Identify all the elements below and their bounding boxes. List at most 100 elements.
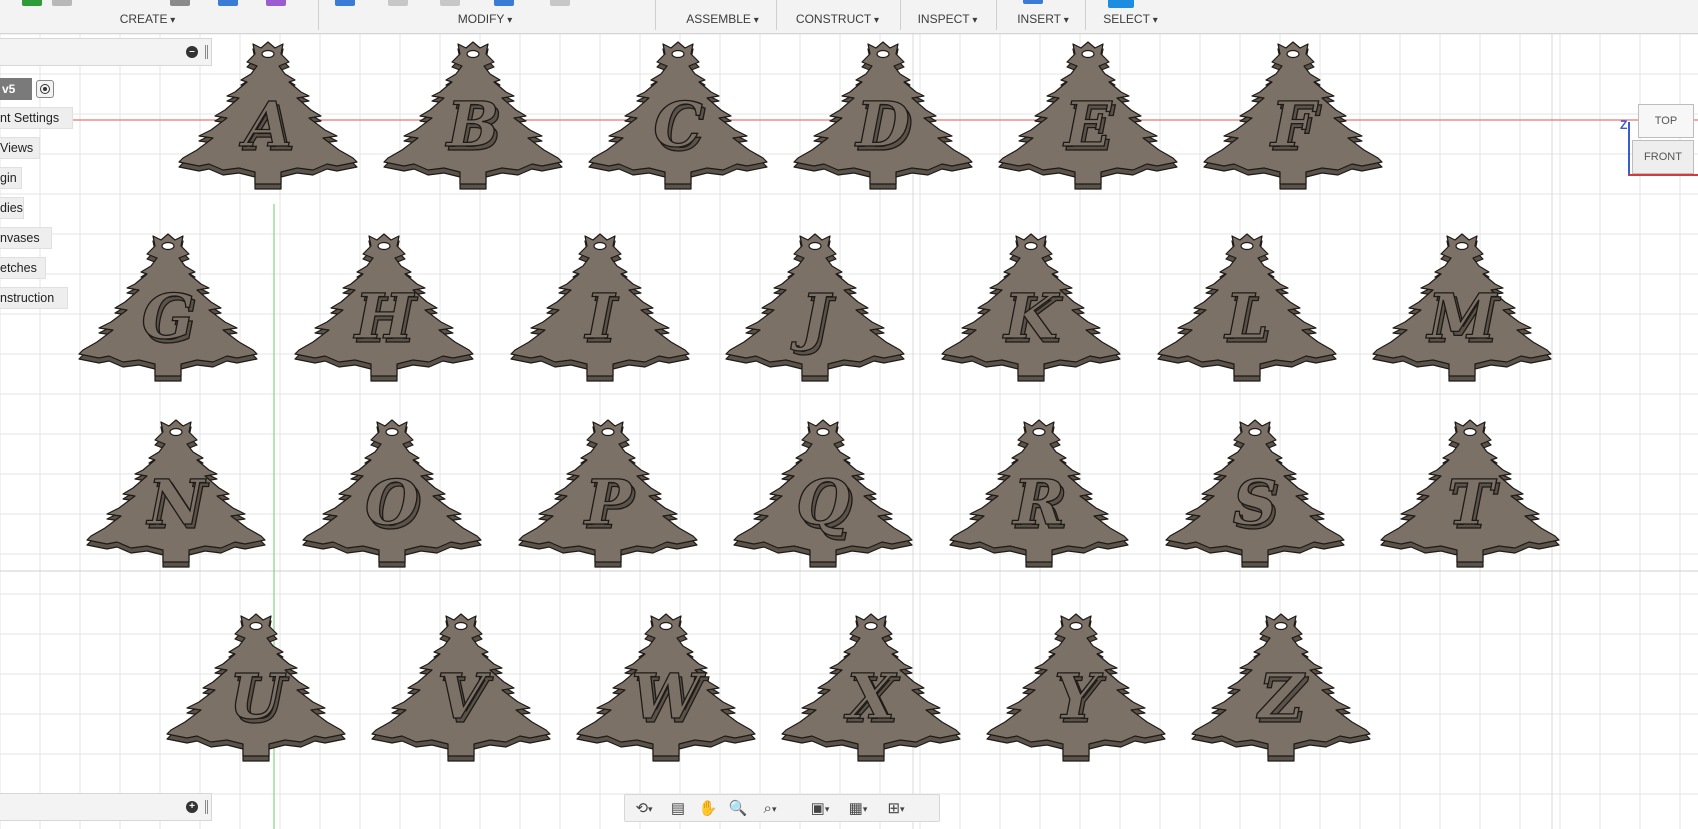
design-canvas[interactable]: AABBCCDDEEFFGGHHIIJJKKLLMMNNOOPPQQRRSSTT… xyxy=(0,34,1698,829)
browser-node-sketches[interactable]: etches xyxy=(0,257,46,279)
ornament-letter: K xyxy=(1002,280,1060,353)
app-window: AABBCCDDEEFFGGHHIIJJKKLLMMNNOOPPQQRRSSTT… xyxy=(0,0,1698,829)
fillet-icon[interactable] xyxy=(388,0,408,6)
ornament-hole xyxy=(249,621,263,631)
panel-grip-icon[interactable] xyxy=(205,45,208,59)
assemble-menu[interactable]: ASSEMBLE xyxy=(665,0,780,34)
ornament-hole xyxy=(1240,241,1254,251)
ornament-hole xyxy=(671,49,685,59)
select-menu[interactable]: SELECT xyxy=(1088,0,1173,34)
collapse-panel-icon[interactable]: – xyxy=(186,46,198,58)
pattern-icon[interactable] xyxy=(266,0,286,6)
ornament-body[interactable]: SS xyxy=(1165,419,1345,568)
ornament-hole xyxy=(466,49,480,59)
grid-settings-icon[interactable]: ▦▾ xyxy=(843,799,873,819)
view-cube[interactable]: Z TOP FRONT xyxy=(1618,104,1698,184)
ornament-letter: V xyxy=(437,660,491,733)
viewport-scene[interactable]: AA BB CC DD EE FFGG HH II JJ KK LL MMNN OO PP QQ RR SS TT… xyxy=(0,34,1698,829)
display-settings-icon[interactable]: ▣▾ xyxy=(805,799,835,819)
ornament-hole xyxy=(261,49,275,59)
ornament-letter: G xyxy=(142,280,195,353)
browser-node-origin[interactable]: gin xyxy=(0,167,22,189)
toolbar-divider xyxy=(996,0,997,30)
ornament-letter: X xyxy=(843,660,898,733)
ornament-body[interactable]: PP xyxy=(518,419,698,568)
ornament-letter: T xyxy=(1447,466,1497,539)
ornament-body[interactable]: ZZ xyxy=(1191,613,1371,762)
pan-icon[interactable]: ✋ xyxy=(693,799,723,819)
ornament-body[interactable]: YY xyxy=(986,613,1166,762)
look-at-icon[interactable]: ▤ xyxy=(663,799,693,819)
ornament-body[interactable]: II xyxy=(510,233,690,382)
ornament-letter: P xyxy=(583,466,634,539)
root-component-version[interactable]: v5 xyxy=(0,78,32,100)
ornament-body[interactable]: NN xyxy=(86,419,266,568)
ornament-body[interactable]: KK xyxy=(941,233,1121,382)
browser-node-document-settings[interactable]: nt Settings xyxy=(0,107,73,129)
ornament-letter: L xyxy=(1223,280,1269,353)
ornament-hole xyxy=(1274,621,1288,631)
ornament-body[interactable]: LL xyxy=(1157,233,1337,382)
ornament-hole xyxy=(816,427,830,437)
ornament-body[interactable]: CC xyxy=(588,41,768,190)
ornament-hole xyxy=(593,241,607,251)
zoom-icon[interactable]: 🔍 xyxy=(723,799,753,819)
z-axis-line xyxy=(1628,122,1630,174)
ornament-body[interactable]: BB xyxy=(383,41,563,190)
ornament-body[interactable]: DD xyxy=(793,41,973,190)
toolbar-divider xyxy=(655,0,656,30)
insert-menu[interactable]: INSERT xyxy=(1003,0,1083,34)
browser-node-bodies[interactable]: dies xyxy=(0,197,24,219)
expand-comments-icon[interactable]: + xyxy=(186,801,198,813)
browser-node-construction[interactable]: nstruction xyxy=(0,287,68,309)
press-pull-icon[interactable] xyxy=(335,0,355,6)
ornament-body[interactable]: GG xyxy=(78,233,258,382)
ornament-body[interactable]: WW xyxy=(576,613,756,762)
create-sketch-icon[interactable] xyxy=(22,0,42,6)
zoom-window-icon[interactable]: ⌕▾ xyxy=(755,799,785,819)
combine-icon[interactable] xyxy=(550,0,570,6)
ornament-body[interactable]: HH xyxy=(294,233,474,382)
assemble-menu-label: ASSEMBLE xyxy=(665,12,780,26)
view-cube-top-face[interactable]: TOP xyxy=(1638,104,1694,138)
browser-node-label: nvases xyxy=(0,231,40,245)
extrude-icon[interactable] xyxy=(52,0,72,6)
create-menu[interactable]: CREATE xyxy=(95,0,200,34)
ornament-hole xyxy=(161,241,175,251)
construct-menu[interactable]: CONSTRUCT xyxy=(785,0,890,34)
ornament-body[interactable]: FF xyxy=(1203,41,1383,190)
activate-component-icon[interactable] xyxy=(36,80,54,98)
toolbar: CREATE MODIFY ASSEMBLE CONSTRUCT INSPECT… xyxy=(0,0,1698,34)
ornament-body[interactable]: OO xyxy=(302,419,482,568)
view-cube-front-face[interactable]: FRONT xyxy=(1632,140,1694,174)
browser-node-label: gin xyxy=(0,171,17,185)
modify-menu-label: MODIFY xyxy=(425,12,545,26)
ornament-letter: A xyxy=(239,88,292,161)
ornament-hole xyxy=(808,241,822,251)
orbit-icon[interactable]: ⟲▾ xyxy=(629,799,659,819)
ornament-body[interactable]: EE xyxy=(998,41,1178,190)
browser-node-label: nstruction xyxy=(0,291,55,305)
ornament-letter: Y xyxy=(1054,660,1104,733)
ornament-body[interactable]: QQ xyxy=(733,419,913,568)
ornament-body[interactable]: UU xyxy=(166,613,346,762)
ornament-body[interactable]: TT xyxy=(1380,419,1560,568)
comments-panel: + xyxy=(0,793,212,821)
ornament-body[interactable]: JJ xyxy=(725,233,905,382)
ornament-hole xyxy=(385,427,399,437)
ornament-body[interactable]: XX xyxy=(781,613,961,762)
inspect-menu[interactable]: INSPECT xyxy=(905,0,990,34)
ornament-letter: S xyxy=(1233,466,1278,539)
modify-menu[interactable]: MODIFY xyxy=(425,0,545,34)
ornament-letter: W xyxy=(631,660,706,733)
panel-grip-icon[interactable] xyxy=(205,800,208,814)
browser-node-named-views[interactable]: Views xyxy=(0,137,40,159)
ornament-letter: O xyxy=(365,466,419,539)
hole-icon[interactable] xyxy=(218,0,238,6)
ornament-hole xyxy=(659,621,673,631)
browser-node-label: nt Settings xyxy=(0,111,60,125)
browser-node-canvases[interactable]: nvases xyxy=(0,227,52,249)
viewports-icon[interactable]: ⊞▾ xyxy=(881,799,911,819)
ornament-body[interactable]: RR xyxy=(949,419,1129,568)
ornament-body[interactable]: VV xyxy=(371,613,551,762)
